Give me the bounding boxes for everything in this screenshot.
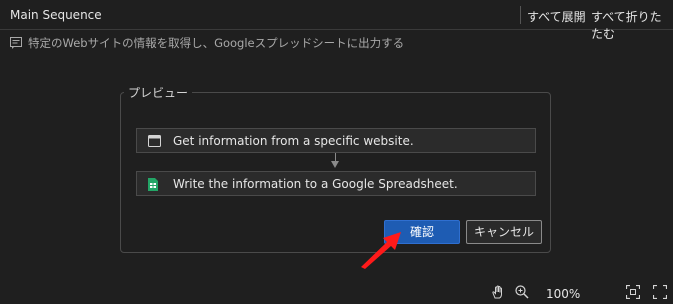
top-bar: Main Sequence すべて展開 すべて折りたたむ xyxy=(0,0,673,41)
comment-icon xyxy=(10,37,22,49)
google-sheets-icon xyxy=(148,178,158,191)
zoom-level: 100% xyxy=(546,287,581,301)
step-write-to-spreadsheet[interactable]: Write the information to a Google Spread… xyxy=(136,171,536,196)
flow-arrow-icon xyxy=(331,161,339,168)
sequence-title: Main Sequence xyxy=(10,8,102,22)
step-get-information[interactable]: Get information from a specific website. xyxy=(136,128,536,153)
zoom-in-icon[interactable] xyxy=(515,285,529,299)
fullscreen-icon[interactable] xyxy=(653,285,667,299)
browser-window-icon xyxy=(148,135,161,147)
description-text: 特定のWebサイトの情報を取得し、Googleスプレッドシートに出力する xyxy=(28,36,405,50)
fit-screen-icon[interactable] xyxy=(626,285,640,299)
preview-legend: プレビュー xyxy=(124,84,193,101)
annotation-arrow-icon xyxy=(361,232,401,269)
expand-all-button[interactable]: すべて展開 xyxy=(527,8,586,25)
divider xyxy=(520,6,521,24)
cancel-button[interactable]: キャンセル xyxy=(466,220,542,244)
hand-pan-icon[interactable] xyxy=(491,285,505,299)
step-label: Get information from a specific website. xyxy=(173,134,414,148)
step-label: Write the information to a Google Spread… xyxy=(173,177,458,191)
collapse-all-button[interactable]: すべて折りたたむ xyxy=(591,8,673,42)
